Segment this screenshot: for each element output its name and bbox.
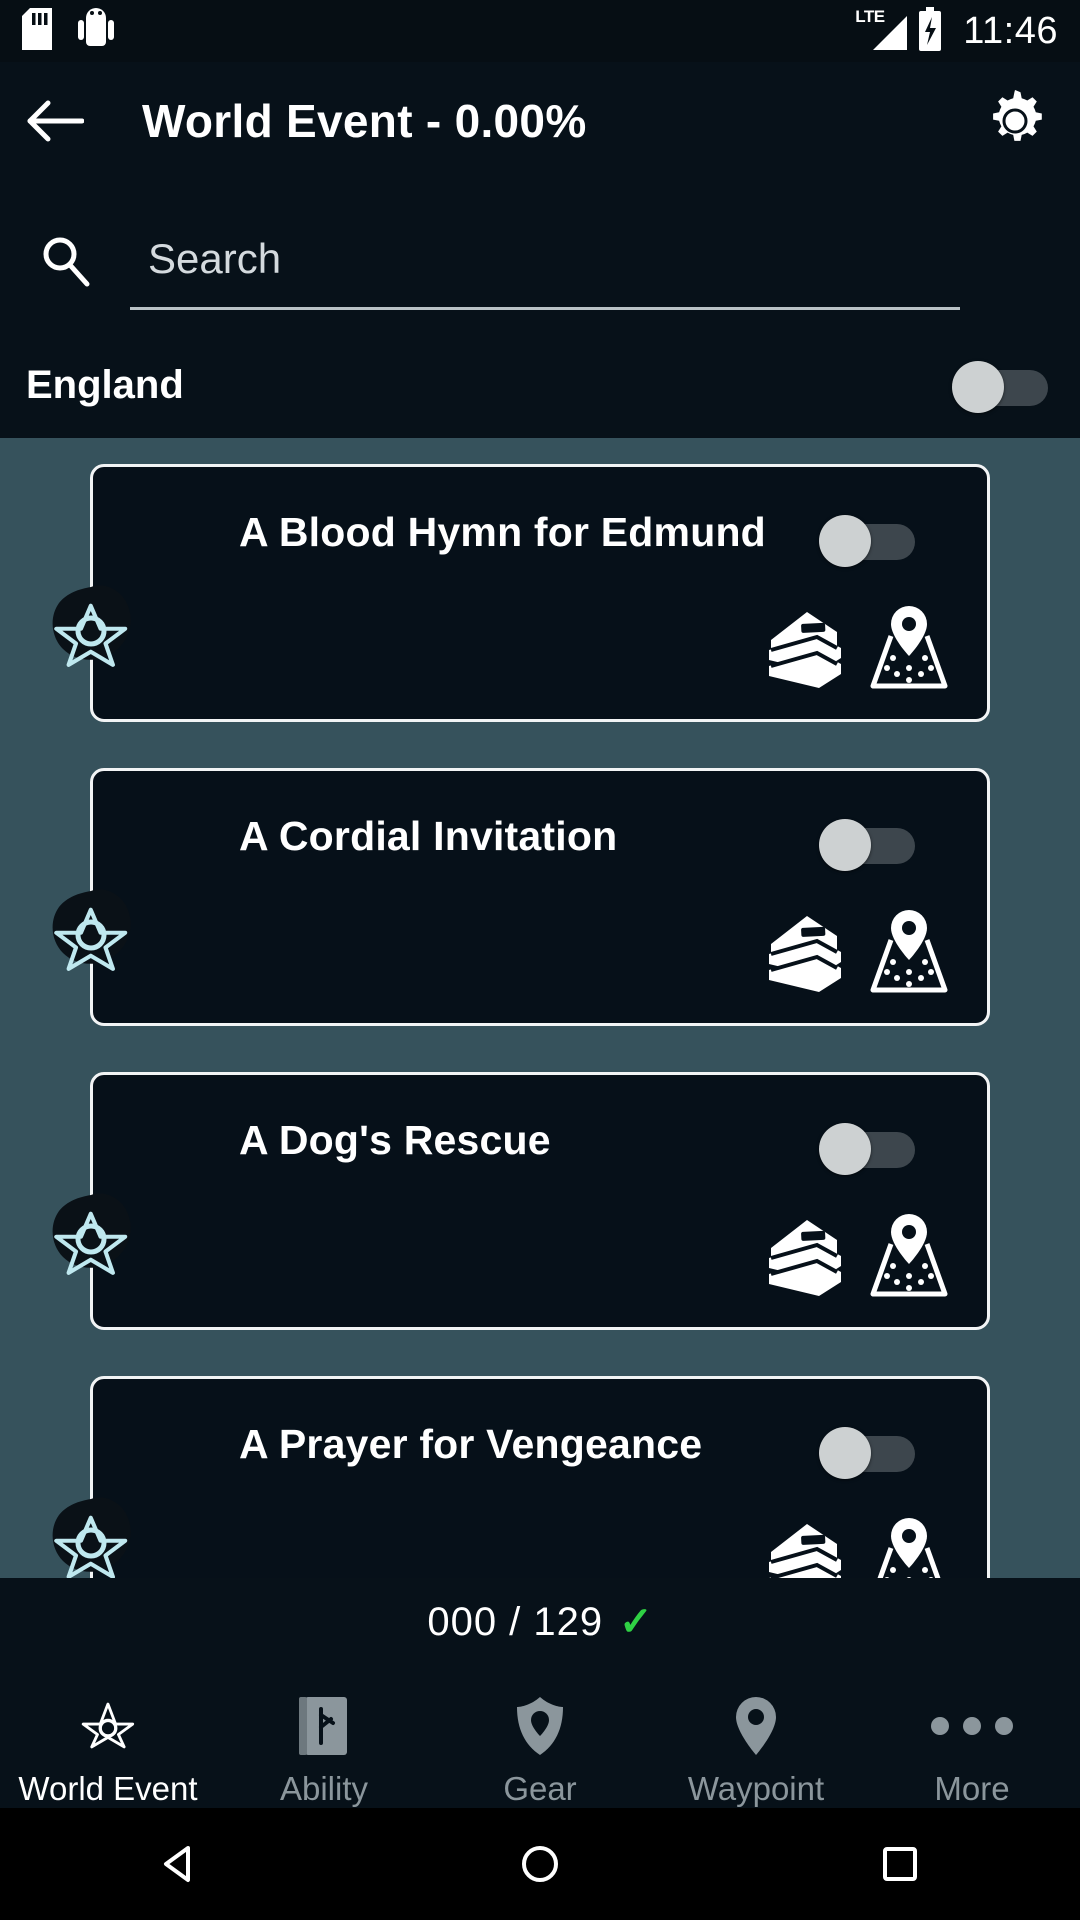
nav-label: World Event <box>18 1770 198 1807</box>
list-item-actions <box>749 1210 951 1305</box>
list-item-title: A Dog's Rescue <box>239 1117 551 1163</box>
armor-icon <box>511 1694 569 1758</box>
app-bar: World Event - 0.00% <box>0 62 1080 180</box>
search-placeholder: Search <box>148 234 282 282</box>
list-item-toggle-switch[interactable] <box>819 1427 915 1479</box>
check-icon: ✓ <box>619 1600 653 1644</box>
region-header-england[interactable]: England <box>0 332 1080 438</box>
list-item-actions <box>749 906 951 1001</box>
search-region-panel: Search England <box>0 180 1080 438</box>
world-event-star-icon <box>35 1485 147 1578</box>
system-recents-button[interactable] <box>800 1843 1000 1885</box>
progress-counter: 000 / 129 ✓ <box>0 1578 1080 1666</box>
gear-icon <box>993 90 1042 141</box>
back-button[interactable] <box>0 62 110 180</box>
search-input[interactable]: Search <box>130 211 960 310</box>
list-item-toggle-switch[interactable] <box>819 1123 915 1175</box>
list-item[interactable]: A Prayer for Vengeance <box>52 1376 990 1578</box>
status-bar-right-icons: LTE 11:46 <box>855 6 1058 56</box>
list-item-title: A Cordial Invitation <box>239 813 618 859</box>
nav-label: Gear <box>503 1770 577 1807</box>
triangle-back-icon <box>164 1846 190 1882</box>
back-arrow-icon <box>27 100 84 142</box>
region-toggle-switch[interactable] <box>952 361 1048 413</box>
list-item-actions <box>749 1514 951 1578</box>
list-item-toggle-switch[interactable] <box>819 819 915 871</box>
book-icon[interactable] <box>749 1214 845 1305</box>
counter-text: 000 / 129 <box>427 1599 604 1644</box>
android-robot-icon <box>78 7 114 55</box>
nav-label: Ability <box>279 1770 369 1807</box>
sd-card-icon <box>22 7 52 55</box>
region-name-label: England <box>26 362 184 407</box>
nav-label: More <box>934 1770 1010 1807</box>
world-event-list[interactable]: A Blood Hymn for Edmund A Cordial Invita… <box>0 438 1080 1578</box>
world-event-star-icon <box>35 1181 147 1293</box>
settings-button[interactable] <box>950 62 1080 180</box>
system-home-button[interactable] <box>440 1842 640 1886</box>
status-bar: LTE 11:46 <box>0 0 1080 62</box>
book-icon[interactable] <box>749 606 845 697</box>
list-item-title: A Blood Hymn for Edmund <box>239 509 766 555</box>
status-bar-clock: 11:46 <box>963 9 1058 52</box>
book-rune-icon <box>297 1694 351 1758</box>
world-event-star-icon <box>35 877 147 989</box>
map-pin-icon[interactable] <box>867 906 951 1001</box>
search-icon[interactable] <box>0 204 130 316</box>
list-item-title: A Prayer for Vengeance <box>239 1421 703 1467</box>
map-pin-icon <box>732 1694 780 1758</box>
map-pin-icon[interactable] <box>867 1210 951 1305</box>
page-title: World Event - 0.00% <box>142 95 587 147</box>
star-icon <box>77 1694 139 1758</box>
list-item[interactable]: A Cordial Invitation <box>52 768 990 1026</box>
app-root: LTE 11:46 World Event - 0.00% Search Eng… <box>0 0 1080 1920</box>
map-pin-icon[interactable] <box>867 602 951 697</box>
nav-label: Waypoint <box>687 1770 825 1807</box>
toggle-knob <box>952 361 1004 413</box>
list-item[interactable]: A Blood Hymn for Edmund <box>52 464 990 722</box>
system-navigation-bar <box>0 1808 1080 1920</box>
map-pin-icon[interactable] <box>867 1514 951 1578</box>
toggle-knob <box>819 819 871 871</box>
list-item-toggle-switch[interactable] <box>819 515 915 567</box>
toggle-knob <box>819 1427 871 1479</box>
status-bar-left-icons <box>22 7 114 55</box>
search-row: Search <box>0 204 1080 316</box>
world-event-star-icon <box>35 573 147 685</box>
toggle-knob <box>819 1123 871 1175</box>
square-recents-icon <box>883 1847 917 1881</box>
system-back-button[interactable] <box>80 1842 280 1886</box>
book-icon[interactable] <box>749 1518 845 1578</box>
list-item[interactable]: A Dog's Rescue <box>52 1072 990 1330</box>
more-dots-icon <box>931 1694 1013 1758</box>
list-item-actions <box>749 602 951 697</box>
toggle-knob <box>819 515 871 567</box>
battery-charging-icon <box>917 6 943 56</box>
circle-home-icon <box>522 1846 558 1882</box>
book-icon[interactable] <box>749 910 845 1001</box>
lte-signal-icon: LTE <box>855 7 908 53</box>
